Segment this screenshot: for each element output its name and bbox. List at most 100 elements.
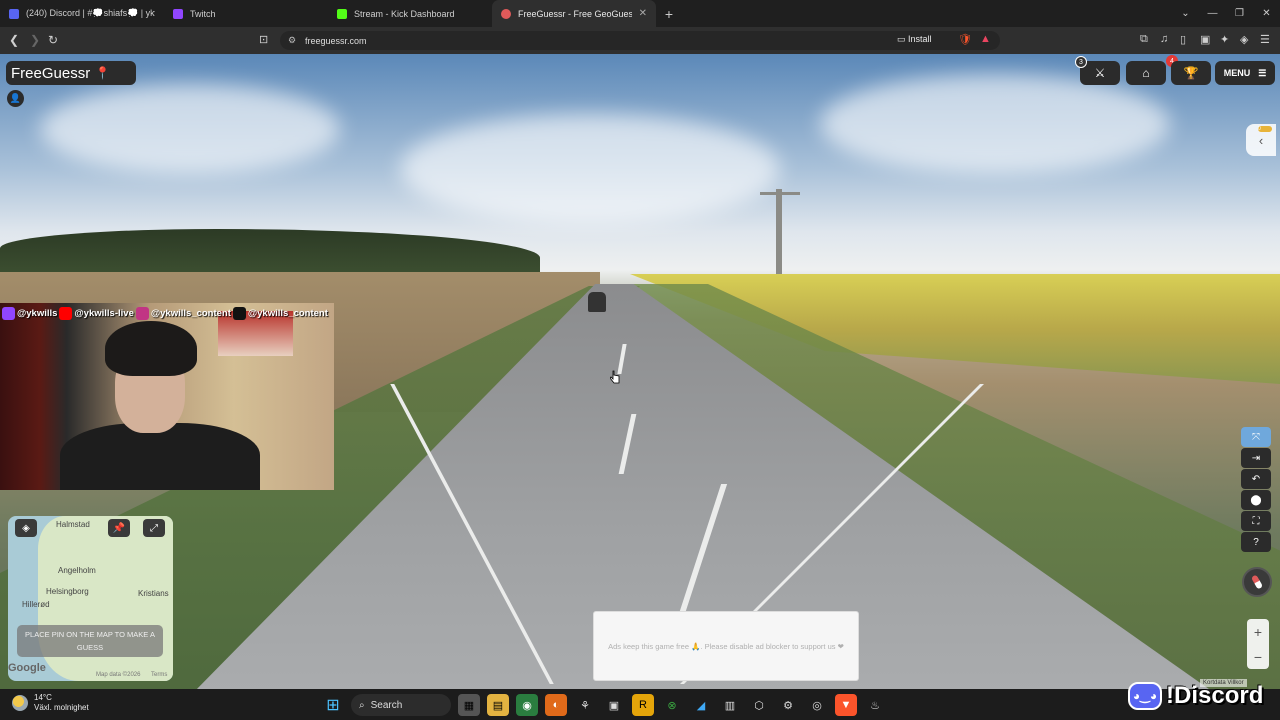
- zoom-controls: + −: [1247, 619, 1269, 669]
- tab-twitch[interactable]: Twitch: [164, 0, 328, 27]
- map-label: Kristians: [138, 589, 169, 598]
- bookmark-icon[interactable]: ⊡: [259, 33, 268, 46]
- shop-icon: ⌂: [1142, 66, 1150, 80]
- pin-map-icon[interactable]: 📌: [108, 519, 130, 537]
- logo-text: FreeGuessr: [11, 64, 91, 82]
- social-handle: @ykwills_content: [135, 306, 231, 320]
- social-handles-bar: @ykwills @ykwills-live @ykwills_content …: [0, 305, 334, 321]
- social-handle: @ykwills-live: [59, 306, 134, 320]
- coin-badge: 0: [1258, 126, 1272, 132]
- expand-map-icon[interactable]: ⤢: [143, 519, 165, 537]
- discord-overlay: ◕‿◕ !Discord: [1128, 682, 1263, 710]
- browser-menu-icon[interactable]: ☰: [1260, 33, 1270, 46]
- rockstar-icon[interactable]: R: [632, 694, 654, 716]
- distant-car: [588, 292, 606, 312]
- compass[interactable]: [1242, 567, 1272, 597]
- freeguessr-logo[interactable]: FreeGuessr 📍: [6, 61, 136, 85]
- brave-browser-icon[interactable]: ▼: [835, 694, 857, 716]
- tab-freeguessr[interactable]: FreeGuessr - Free GeoGuessr Alt ✕: [492, 0, 656, 27]
- forward-icon[interactable]: ❯: [30, 33, 40, 47]
- shop-button[interactable]: ⌂ 4: [1126, 55, 1178, 85]
- utility-pole: [776, 189, 782, 274]
- media-icon[interactable]: ♫: [1160, 33, 1168, 45]
- tab-discord[interactable]: (240) Discord | #💭shiafs💭 | ykwills: [0, 0, 164, 27]
- app-icon[interactable]: ⚙: [777, 694, 799, 716]
- zoom-in-icon[interactable]: +: [1254, 624, 1262, 640]
- vpn-icon[interactable]: ◈: [1240, 33, 1248, 46]
- place-pin-hint: PLACE PIN ON THE MAP TO MAKE A GUESS: [17, 625, 163, 657]
- map-layers-icon[interactable]: ◈: [15, 519, 37, 537]
- xbox-icon[interactable]: ⊗: [661, 694, 683, 716]
- close-window-icon[interactable]: ✕: [1253, 0, 1280, 27]
- move-toggle-icon[interactable]: ⤧: [1241, 427, 1271, 447]
- task-view-icon[interactable]: ▦: [458, 694, 480, 716]
- handle-text: @ykwills_content: [247, 307, 328, 319]
- url-field[interactable]: ⚙ freeguessr.com: [280, 31, 1000, 50]
- social-handle: @ykwills: [2, 306, 57, 320]
- back-icon[interactable]: ❮: [9, 33, 19, 47]
- menu-button[interactable]: MENU ☰: [1215, 61, 1275, 85]
- menu-label: MENU: [1223, 68, 1251, 78]
- app-icon[interactable]: ▥: [719, 694, 741, 716]
- app-icon[interactable]: ⚘: [574, 694, 596, 716]
- reload-icon[interactable]: ↻: [48, 33, 58, 47]
- tab-search-icon[interactable]: ⌄: [1172, 0, 1199, 27]
- weather-widget[interactable]: 14°C Växl. molnighet: [12, 693, 89, 713]
- file-explorer-icon[interactable]: ▤: [487, 694, 509, 716]
- freeguessr-icon: [501, 8, 511, 19]
- battle-badge: 3: [1075, 56, 1087, 68]
- app-icon[interactable]: ◢: [690, 694, 712, 716]
- social-handle: @ykwills_content: [232, 306, 328, 320]
- wallet-icon[interactable]: ▣: [1200, 33, 1210, 46]
- youtube-icon: [59, 306, 73, 320]
- street-view-controls: ⤧ ⇥ ↶ ⬤ ⛶ ?: [1241, 427, 1271, 553]
- cloud: [820, 74, 1170, 174]
- discord-text: !Discord: [1166, 682, 1264, 709]
- cloud: [40, 84, 340, 174]
- tab-kick[interactable]: Stream - Kick Dashboard: [328, 0, 492, 27]
- leo-ai-icon[interactable]: ✦: [1220, 33, 1229, 46]
- trophy-icon: 🏆: [1183, 66, 1199, 80]
- search-label: Search: [370, 699, 403, 711]
- trophy-button[interactable]: 🏆: [1171, 61, 1211, 85]
- cloud: [400, 114, 780, 224]
- app-icon[interactable]: ◎: [806, 694, 828, 716]
- twitch-icon: [2, 306, 15, 320]
- tree-line: [0, 229, 540, 277]
- return-to-start-icon[interactable]: ⇥: [1241, 448, 1271, 468]
- brave-shield-icon[interactable]: 🛡: [958, 33, 972, 46]
- taskbar-search[interactable]: ⌕ Search: [351, 694, 451, 716]
- site-info-icon[interactable]: ⚙: [288, 35, 296, 46]
- app-icon[interactable]: ◐: [545, 694, 567, 716]
- tiktok-icon: [232, 306, 246, 320]
- undo-move-icon[interactable]: ↶: [1241, 469, 1271, 489]
- search-icon: ⌕: [359, 699, 365, 711]
- sidebar-icon[interactable]: ▯: [1180, 33, 1186, 46]
- guess-minimap[interactable]: Halmstad Angelholm Helsingborg Kristians…: [8, 516, 173, 681]
- minimize-icon[interactable]: —: [1199, 0, 1226, 27]
- swords-icon: ⚔: [1094, 66, 1106, 80]
- steam-icon[interactable]: ♨: [864, 694, 886, 716]
- windows-taskbar: 14°C Växl. molnighet ⊞ ⌕ Search ▦ ▤ ◉ ◐ …: [0, 689, 1280, 720]
- hamburger-icon: ☰: [1258, 67, 1267, 78]
- fullscreen-icon[interactable]: ⛶: [1241, 511, 1271, 531]
- windows-start-icon[interactable]: ⊞: [322, 694, 344, 716]
- new-tab-button[interactable]: +: [656, 0, 682, 27]
- user-icon[interactable]: 👤: [7, 90, 24, 107]
- battle-button[interactable]: ⚔ 3: [1075, 56, 1120, 85]
- extensions-icon[interactable]: ⧉: [1140, 33, 1148, 46]
- chrome-icon[interactable]: ◉: [516, 694, 538, 716]
- discord-logo-icon: ◕‿◕: [1128, 682, 1162, 710]
- app-icon[interactable]: ⬡: [748, 694, 770, 716]
- collapse-panel-button[interactable]: 0 ‹: [1246, 124, 1276, 156]
- location-icon[interactable]: ⬤: [1241, 490, 1271, 510]
- terms-link[interactable]: Terms: [151, 672, 167, 678]
- restore-icon[interactable]: ❐: [1226, 0, 1253, 27]
- brave-rewards-icon[interactable]: ▲: [980, 33, 991, 45]
- install-button[interactable]: ▭ Install: [897, 34, 932, 45]
- tab-label: (240) Discord | #💭shiafs💭 | ykwills: [26, 8, 155, 18]
- zoom-out-icon[interactable]: −: [1254, 649, 1262, 665]
- app-icon[interactable]: ▣: [603, 694, 625, 716]
- close-tab-icon[interactable]: ✕: [639, 8, 647, 19]
- help-icon[interactable]: ?: [1241, 532, 1271, 552]
